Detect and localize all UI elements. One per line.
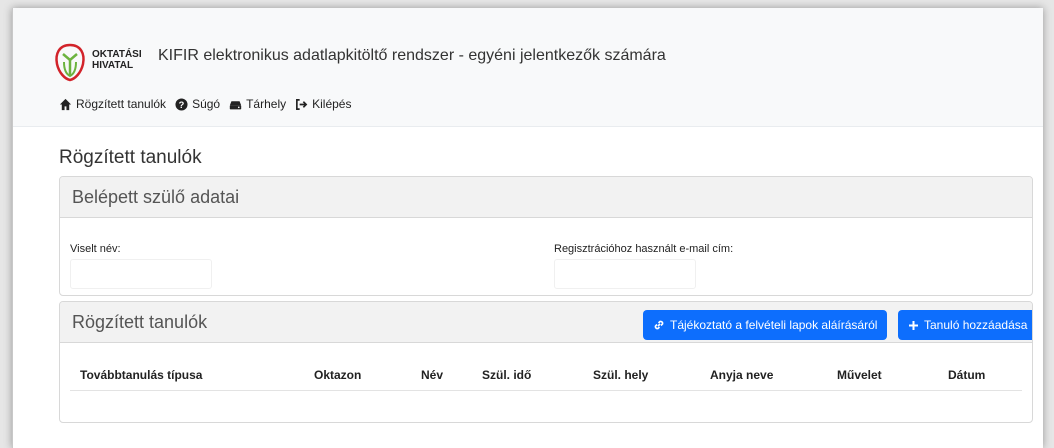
- col-header-mother-name[interactable]: Anyja neve: [710, 368, 773, 382]
- oktatasi-hivatal-logo: [55, 43, 85, 82]
- nav-label-storage: Tárhely: [246, 97, 287, 111]
- plus-icon: [909, 320, 918, 330]
- col-header-birth-date[interactable]: Szül. idő: [482, 368, 531, 382]
- header: OKTATÁSI HIVATAL KIFIR elektronikus adat…: [13, 8, 1043, 127]
- logo-line2: HIVATAL: [92, 60, 134, 71]
- hdd-icon: [229, 100, 242, 109]
- nav-label-help: Súgó: [192, 97, 221, 111]
- col-header-name[interactable]: Név: [421, 368, 443, 382]
- students-card-title: Rögzített tanulók: [72, 312, 208, 332]
- students-card: Rögzített tanulók Tájékoztató a felvétel…: [59, 301, 1033, 423]
- link-icon: [654, 320, 664, 330]
- logo-text: OKTATÁSI HIVATAL: [92, 49, 142, 71]
- email-label: Regisztrációhoz használt e-mail cím:: [554, 243, 734, 255]
- parent-data-card: Belépett szülő adatai Viselt név: Regisz…: [59, 176, 1033, 296]
- col-header-oktazon[interactable]: Oktazon: [314, 368, 361, 382]
- col-header-date[interactable]: Dátum: [948, 368, 985, 382]
- add-student-button[interactable]: Tanuló hozzáadása: [898, 310, 1032, 340]
- nav-item-logout[interactable]: Kilépés: [295, 97, 351, 111]
- nav-item-students[interactable]: Rögzített tanulók: [59, 97, 166, 111]
- nav-item-storage[interactable]: Tárhely: [229, 97, 286, 111]
- email-value: [554, 259, 696, 289]
- home-icon: [59, 98, 72, 110]
- add-student-label: Tanuló hozzáadása: [924, 318, 1028, 332]
- app-title: KIFIR elektronikus adatlapkitöltő rendsz…: [158, 47, 666, 64]
- parent-card-title: Belépett szülő adatai: [60, 177, 1032, 218]
- nav-label-students: Rögzített tanulók: [76, 97, 167, 111]
- name-value: [70, 259, 212, 289]
- signature-info-button[interactable]: Tájékoztató a felvételi lapok aláírásáró…: [643, 310, 888, 340]
- page-title: Rögzített tanulók: [59, 147, 202, 168]
- students-table-header: Továbbtanulás típusa Oktazon Név Szül. i…: [70, 362, 1022, 391]
- col-header-action[interactable]: Művelet: [837, 368, 882, 382]
- sign-out-icon: [296, 98, 308, 110]
- col-header-type[interactable]: Továbbtanulás típusa: [80, 368, 202, 382]
- name-label: Viselt név:: [70, 243, 121, 255]
- signature-info-label: Tájékoztató a felvételi lapok aláírásáró…: [670, 318, 878, 332]
- top-nav: Rögzített tanulók ? Súgó Tárhely Kilépés: [59, 97, 360, 111]
- svg-text:?: ?: [179, 99, 185, 109]
- students-card-header: Rögzített tanulók Tájékoztató a felvétel…: [60, 302, 1032, 343]
- logo-line1: OKTATÁSI: [92, 49, 142, 60]
- app-window: OKTATÁSI HIVATAL KIFIR elektronikus adat…: [12, 8, 1043, 448]
- nav-item-help[interactable]: ? Súgó: [175, 97, 220, 111]
- col-header-birth-place[interactable]: Szül. hely: [593, 368, 648, 382]
- help-circle-icon: ?: [175, 97, 188, 111]
- nav-label-logout: Kilépés: [312, 97, 352, 111]
